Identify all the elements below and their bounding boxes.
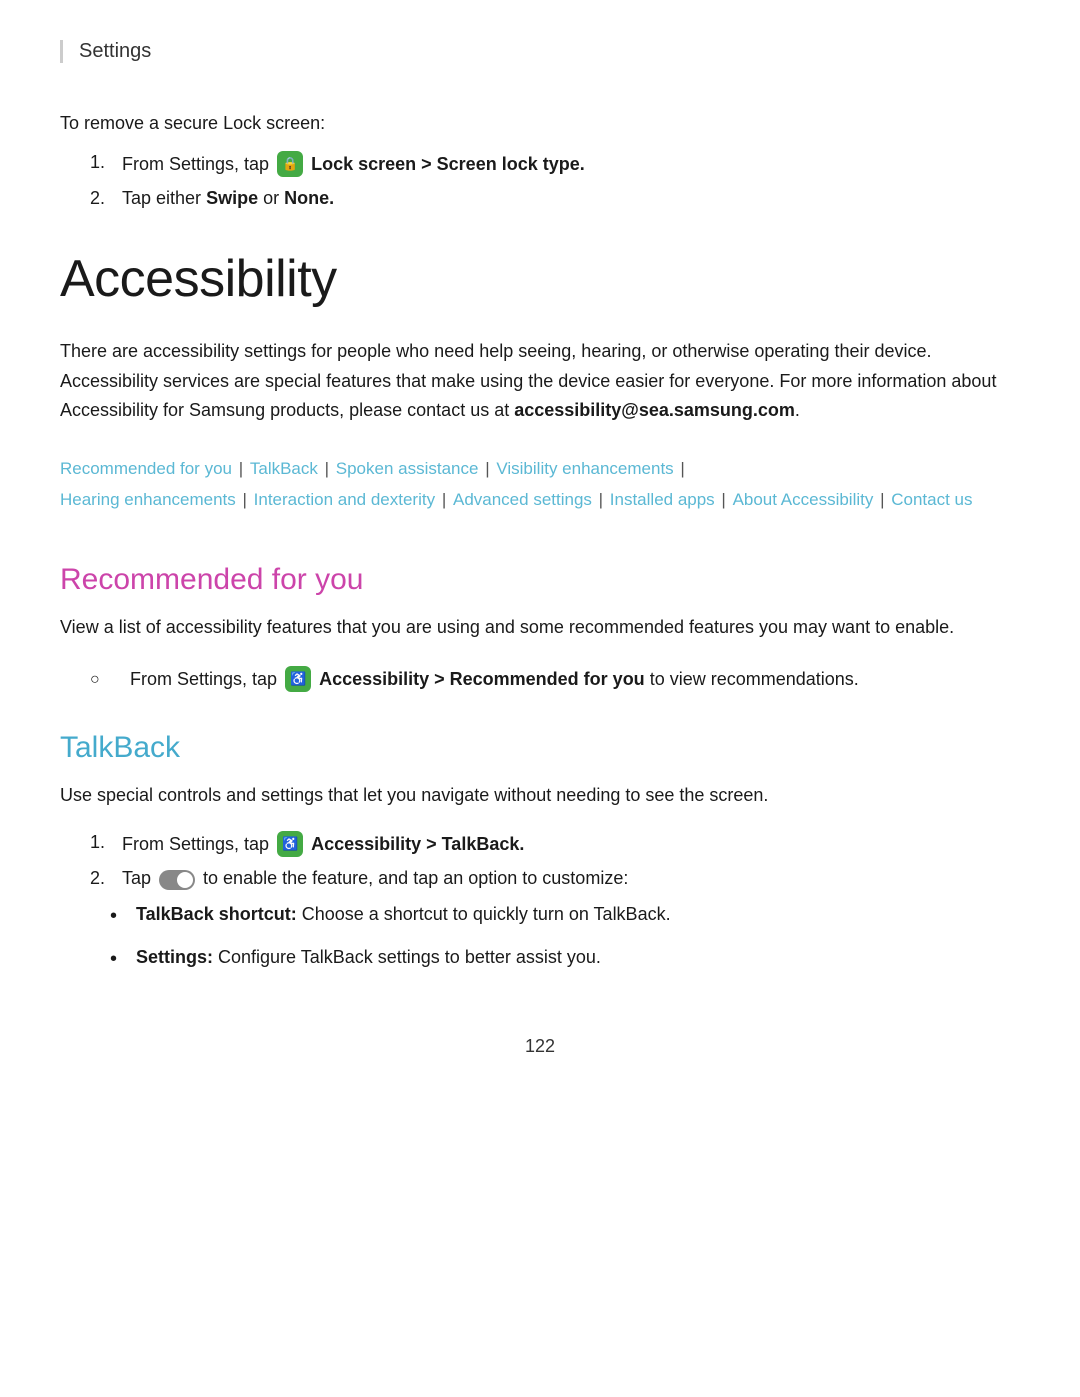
accessibility-icon-2: ♿ <box>277 831 303 857</box>
toggle-switch-icon <box>159 870 195 890</box>
recommended-item-1: From Settings, tap ♿ Accessibility > Rec… <box>90 665 1020 695</box>
talkback-bullet-shortcut-text: TalkBack shortcut: Choose a shortcut to … <box>136 900 671 930</box>
section-body-recommended: View a list of accessibility features th… <box>60 613 1020 643</box>
nav-links: Recommended for you | TalkBack | Spoken … <box>60 454 1020 515</box>
section-heading-recommended: Recommended for you <box>60 563 1020 597</box>
talkback-steps: From Settings, tap ♿ Accessibility > Tal… <box>90 832 1020 889</box>
header-title: Settings <box>79 40 151 62</box>
section-talkback: TalkBack Use special controls and settin… <box>60 731 1020 976</box>
nav-link-installed[interactable]: Installed apps <box>610 490 715 509</box>
intro-step-2-text: Tap either Swipe or None. <box>122 188 334 209</box>
section-heading-talkback: TalkBack <box>60 731 1020 765</box>
page-number: 122 <box>60 1036 1020 1057</box>
nav-link-advanced[interactable]: Advanced settings <box>453 490 592 509</box>
intro-text: To remove a secure Lock screen: <box>60 113 1020 134</box>
section-body-talkback: Use special controls and settings that l… <box>60 781 1020 811</box>
intro-steps: From Settings, tap 🔒 Lock screen > Scree… <box>90 152 1020 209</box>
intro-step-1-text: From Settings, tap 🔒 Lock screen > Scree… <box>122 152 585 178</box>
description-text: There are accessibility settings for peo… <box>60 337 1020 426</box>
nav-link-interaction[interactable]: Interaction and dexterity <box>254 490 435 509</box>
email-link[interactable]: accessibility@sea.samsung.com <box>514 400 795 420</box>
page-title: Accessibility <box>60 249 1020 309</box>
nav-link-contact[interactable]: Contact us <box>891 490 972 509</box>
intro-section: To remove a secure Lock screen: From Set… <box>60 113 1020 209</box>
section-recommended: Recommended for you View a list of acces… <box>60 563 1020 694</box>
accessibility-icon-1: ♿ <box>285 666 311 692</box>
recommended-item-1-text: From Settings, tap ♿ Accessibility > Rec… <box>130 665 859 695</box>
talkback-step-1-text: From Settings, tap ♿ Accessibility > Tal… <box>122 832 524 858</box>
talkback-step-1: From Settings, tap ♿ Accessibility > Tal… <box>90 832 1020 858</box>
talkback-bullet-settings-text: Settings: Configure TalkBack settings to… <box>136 943 601 973</box>
talkback-step-2-text: Tap to enable the feature, and tap an op… <box>122 868 628 889</box>
talkback-bullet-shortcut: TalkBack shortcut: Choose a shortcut to … <box>110 900 1020 933</box>
talkback-bullet-settings: Settings: Configure TalkBack settings to… <box>110 943 1020 976</box>
nav-link-talkback[interactable]: TalkBack <box>250 459 318 478</box>
nav-link-spoken[interactable]: Spoken assistance <box>336 459 479 478</box>
header-bar: Settings <box>60 40 1020 63</box>
talkback-step-2: Tap to enable the feature, and tap an op… <box>90 868 1020 889</box>
nav-link-visibility[interactable]: Visibility enhancements <box>496 459 673 478</box>
lock-screen-icon: 🔒 <box>277 151 303 177</box>
intro-step-1: From Settings, tap 🔒 Lock screen > Scree… <box>90 152 1020 178</box>
talkback-subbullets: TalkBack shortcut: Choose a shortcut to … <box>110 900 1020 976</box>
nav-link-recommended[interactable]: Recommended for you <box>60 459 232 478</box>
nav-link-hearing[interactable]: Hearing enhancements <box>60 490 236 509</box>
recommended-list: From Settings, tap ♿ Accessibility > Rec… <box>90 665 1020 695</box>
intro-step-2: Tap either Swipe or None. <box>90 188 1020 209</box>
nav-link-about[interactable]: About Accessibility <box>733 490 874 509</box>
